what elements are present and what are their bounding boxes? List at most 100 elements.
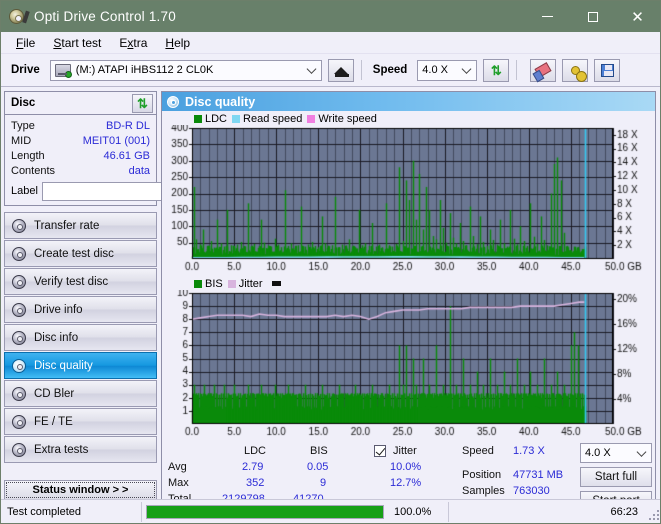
disc-info-box: Type BD-R DL MID MEIT01 (001) Length 46.… bbox=[4, 115, 244, 206]
menu-extra-rest: tra bbox=[133, 35, 148, 50]
speed-select[interactable]: 4.0 X bbox=[417, 59, 478, 81]
chevron-down-icon bbox=[306, 64, 317, 74]
chart1-legend: LDC Read speed Write speed bbox=[162, 112, 377, 125]
chart-bis-jitter bbox=[162, 290, 658, 440]
sidebar-item-label: FE / TE bbox=[34, 415, 73, 428]
position-value: 47731 MB bbox=[513, 469, 564, 481]
legend-write-speed: Write speed bbox=[307, 113, 377, 125]
drive-select[interactable]: (M:) ATAPI iHBS112 2 CL0K bbox=[49, 59, 322, 81]
disc-length-value: 46.61 GB bbox=[103, 149, 150, 162]
speed-select-value: 4.0 X bbox=[422, 64, 448, 76]
speed-label: Speed bbox=[372, 64, 408, 76]
disc-icon bbox=[12, 414, 26, 429]
sidebar-item-drive-info[interactable]: Drive info bbox=[4, 296, 157, 323]
legend-label-write-speed: Write speed bbox=[318, 112, 377, 125]
resize-grip[interactable] bbox=[648, 509, 659, 520]
save-button[interactable] bbox=[594, 58, 621, 82]
sidebar-item-label: Disc quality bbox=[34, 359, 93, 372]
refresh-button[interactable]: ⇅ bbox=[483, 58, 510, 82]
sidebar-item-fe-te[interactable]: FE / TE bbox=[4, 408, 157, 435]
sidebar-item-label: Verify test disc bbox=[34, 275, 109, 288]
disc-icon bbox=[12, 218, 26, 233]
jitter-checkbox[interactable] bbox=[374, 445, 386, 457]
disc-contents-label: Contents bbox=[11, 164, 56, 177]
result-speed-select[interactable]: 4.0 X bbox=[580, 443, 652, 463]
panel-header: Disc quality bbox=[162, 92, 655, 111]
disc-row-type: Type BD-R DL bbox=[11, 118, 150, 133]
chevron-down-icon bbox=[636, 447, 647, 457]
disc-icon bbox=[12, 386, 26, 401]
sidebar-item-cd-bler[interactable]: CD Bler bbox=[4, 380, 157, 407]
disc-icon bbox=[12, 358, 26, 373]
tools-button[interactable] bbox=[562, 58, 589, 82]
disc-label-label: Label bbox=[11, 185, 38, 197]
sidebar-item-verify-test-disc[interactable]: Verify test disc bbox=[4, 268, 157, 295]
progress-percent: 100.0% bbox=[394, 505, 432, 518]
legend-marker-box bbox=[271, 281, 281, 286]
sidebar-item-label: Transfer rate bbox=[34, 219, 100, 232]
disc-section-title: Disc bbox=[11, 97, 36, 109]
legend-swatch-jitter bbox=[227, 279, 236, 288]
disc-mid-label: MID bbox=[11, 134, 32, 147]
speed-stat-value: 1.73 X bbox=[513, 445, 545, 457]
menu-extra[interactable]: Extra bbox=[110, 34, 156, 52]
disc-length-label: Length bbox=[11, 149, 45, 162]
legend-label-ldc: LDC bbox=[205, 112, 228, 125]
jitter-label: Jitter bbox=[393, 445, 417, 457]
sidebar-item-transfer-rate[interactable]: Transfer rate bbox=[4, 212, 157, 239]
disc-contents-value: data bbox=[128, 164, 150, 177]
elapsed-time: 66:23 bbox=[610, 505, 638, 518]
legend-ldc: LDC bbox=[194, 113, 227, 125]
chart2-legend: BIS Jitter bbox=[162, 277, 281, 290]
sidebar-item-label: Extra tests bbox=[34, 443, 89, 456]
menu-help-rest: elp bbox=[174, 35, 191, 50]
erase-button[interactable] bbox=[530, 58, 557, 82]
bis-avg-value: 0.05 bbox=[307, 461, 329, 473]
sidebar-item-create-test-disc[interactable]: Create test disc bbox=[4, 240, 157, 267]
legend-label-read-speed: Read speed bbox=[243, 112, 303, 125]
toolbar-divider-2 bbox=[516, 60, 518, 80]
legend-swatch-write-speed bbox=[307, 114, 316, 123]
disc-refresh-button[interactable]: ⇅ bbox=[132, 93, 153, 113]
page-title: Disc quality bbox=[185, 94, 256, 109]
result-speed-value: 4.0 X bbox=[585, 447, 611, 459]
app-disc-icon bbox=[9, 8, 30, 26]
menu-help[interactable]: Help bbox=[156, 34, 199, 52]
legend-swatch-bis bbox=[194, 279, 202, 288]
status-divider-1 bbox=[141, 501, 142, 522]
sidebar-item-disc-quality[interactable]: Disc quality bbox=[4, 352, 157, 379]
maximize-button[interactable] bbox=[570, 1, 615, 32]
disc-type-value: BD-R DL bbox=[105, 119, 150, 132]
ldc-avg-value: 2.79 bbox=[242, 461, 264, 473]
minimize-button[interactable] bbox=[525, 1, 570, 32]
title-bar: Opti Drive Control 1.70 ✕ bbox=[1, 1, 660, 32]
nav-list: Transfer rate Create test disc Verify te… bbox=[4, 212, 157, 500]
stats-row-label-avg: Avg bbox=[168, 461, 187, 473]
jitter-avg-value: 10.0% bbox=[390, 461, 422, 473]
menu-file-rest: ile bbox=[23, 35, 36, 50]
refresh-icon: ⇅ bbox=[137, 95, 148, 111]
disc-row-contents: Contents data bbox=[11, 163, 150, 178]
drive-select-value: (M:) ATAPI iHBS112 2 CL0K bbox=[75, 64, 214, 76]
eject-button[interactable] bbox=[327, 58, 354, 82]
disc-label-row: Label bbox=[11, 181, 244, 201]
sidebar-item-disc-info[interactable]: Disc info bbox=[4, 324, 157, 351]
main-body: Disc ⇅ Type BD-R DL MID MEIT01 (001) Len… bbox=[1, 87, 660, 517]
speed-stat-label: Speed bbox=[462, 445, 494, 457]
drive-label: Drive bbox=[11, 64, 40, 76]
sidebar-item-label: Drive info bbox=[34, 303, 83, 316]
sidebar-item-extra-tests[interactable]: Extra tests bbox=[4, 436, 157, 463]
disc-row-mid: MID MEIT01 (001) bbox=[11, 133, 150, 148]
legend-read-speed: Read speed bbox=[232, 113, 302, 125]
status-bar: Test completed 100.0% 66:23 bbox=[1, 499, 660, 523]
legend-swatch-read-speed bbox=[232, 114, 241, 123]
menu-start-test[interactable]: Start test bbox=[44, 34, 110, 52]
start-full-button[interactable]: Start full bbox=[580, 467, 652, 487]
status-window-button[interactable]: Status window > > bbox=[4, 480, 157, 500]
menu-file[interactable]: File bbox=[7, 34, 44, 52]
close-icon[interactable]: ✕ bbox=[615, 1, 660, 32]
right-panel: Disc quality LDC Read speed Write speed … bbox=[161, 91, 658, 517]
sidebar-item-label: Create test disc bbox=[34, 247, 114, 260]
window-title: Opti Drive Control 1.70 bbox=[34, 9, 176, 24]
